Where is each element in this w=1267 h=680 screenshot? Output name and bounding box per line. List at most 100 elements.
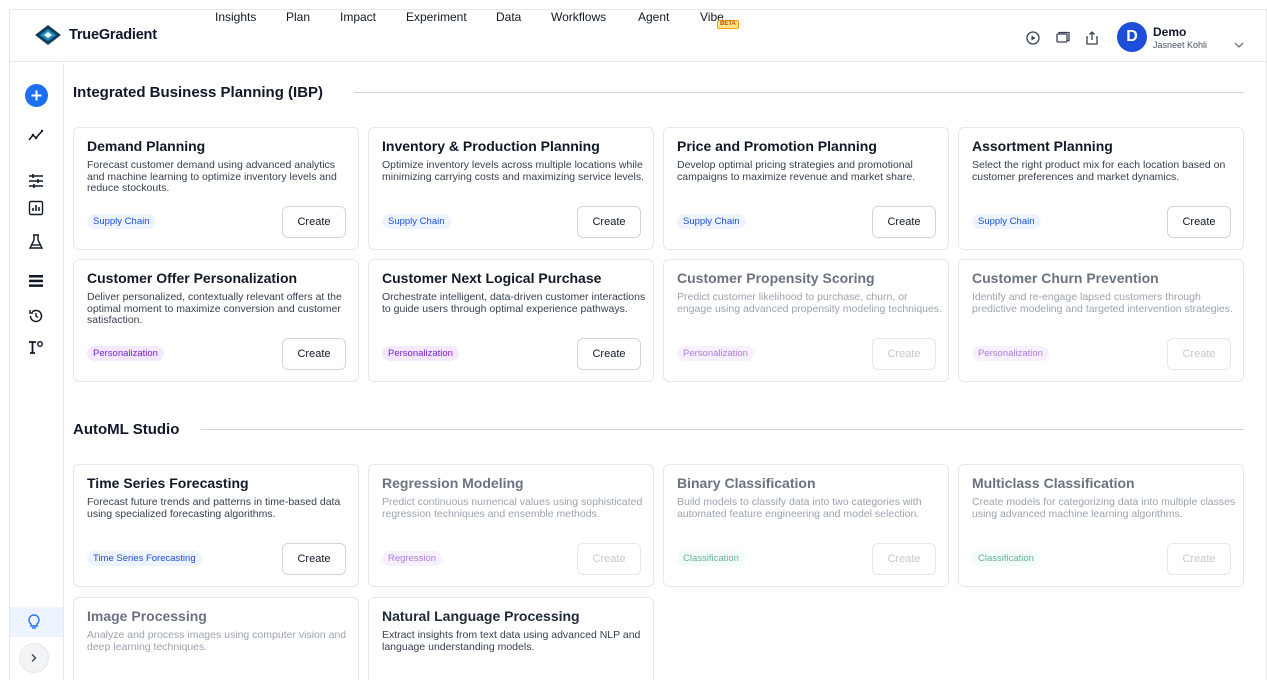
card-title: Customer Next Logical Purchase (382, 270, 602, 286)
category-tag: Supply Chain (972, 214, 1041, 229)
card-description: Predict continuous numerical values usin… (382, 496, 643, 520)
card-time-series-forecasting[interactable]: Time Series Forecasting Forecast future … (73, 464, 359, 587)
create-button[interactable]: Create (282, 338, 346, 370)
settings-user-icon[interactable] (27, 338, 45, 356)
category-tag: Supply Chain (677, 214, 746, 229)
card-customer-churn-prevention: Customer Churn Prevention Identify and r… (958, 259, 1244, 382)
card-title: Price and Promotion Planning (677, 138, 877, 154)
card-description: Identify and re-engage lapsed customers … (972, 291, 1233, 315)
card-title: Multiclass Classification (972, 475, 1135, 491)
list-icon[interactable] (27, 272, 45, 290)
nav-agent[interactable]: Agent (638, 10, 669, 24)
card-title: Time Series Forecasting (87, 475, 249, 491)
card-description: Optimize inventory levels across multipl… (382, 159, 644, 183)
card-customer-next-logical-purchase[interactable]: Customer Next Logical Purchase Orchestra… (368, 259, 654, 382)
card-multiclass-classification: Multiclass Classification Create models … (958, 464, 1244, 587)
create-button[interactable]: Create (577, 206, 641, 238)
card-title: Image Processing (87, 608, 207, 624)
card-customer-offer-personalization[interactable]: Customer Offer Personalization Deliver p… (73, 259, 359, 382)
category-tag: Classification (677, 551, 745, 566)
card-title: Regression Modeling (382, 475, 524, 491)
category-tag: Personalization (677, 346, 754, 361)
create-button[interactable]: Create (577, 338, 641, 370)
create-button[interactable]: Create (282, 206, 346, 238)
card-description: Orchestrate intelligent, data-driven cus… (382, 291, 646, 315)
user-name: Demo (1153, 25, 1187, 39)
add-button[interactable] (25, 84, 48, 107)
lightbulb-icon (28, 614, 40, 629)
card-title: Binary Classification (677, 475, 816, 491)
nav-impact[interactable]: Impact (340, 10, 376, 24)
sidebar (10, 63, 64, 680)
card-title: Customer Offer Personalization (87, 270, 298, 286)
chart-icon[interactable] (27, 199, 45, 217)
card-price-promotion-planning[interactable]: Price and Promotion Planning Develop opt… (663, 127, 949, 250)
user-subtitle: Jasneet Kohli (1153, 40, 1208, 50)
user-avatar[interactable]: D (1117, 22, 1147, 52)
folders-icon[interactable] (1056, 31, 1070, 45)
create-button[interactable]: Create (872, 206, 936, 238)
expand-sidebar-button[interactable] (19, 643, 49, 673)
chevron-right-icon (31, 654, 37, 662)
card-description: Analyze and process images using compute… (87, 629, 347, 653)
card-title: Customer Propensity Scoring (677, 270, 875, 286)
beta-badge: BETA (717, 20, 739, 29)
card-binary-classification: Binary Classification Build models to cl… (663, 464, 949, 587)
card-description: Create models for categorizing data into… (972, 496, 1236, 520)
brand-logo[interactable]: TrueGradient (35, 25, 157, 45)
nav-plan[interactable]: Plan (286, 10, 310, 24)
category-tag: Time Series Forecasting (87, 551, 202, 566)
create-button-disabled: Create (1167, 543, 1231, 575)
card-description: Build models to classify data into two c… (677, 496, 922, 520)
card-description: Predict customer likelihood to purchase,… (677, 291, 943, 315)
category-tag: Regression (382, 551, 443, 566)
chevron-down-icon[interactable] (1233, 36, 1245, 54)
logo-icon (35, 25, 61, 45)
create-button-disabled: Create (1167, 338, 1231, 370)
create-button-disabled: Create (577, 543, 641, 575)
card-description: Develop optimal pricing strategies and p… (677, 159, 916, 183)
card-title: Demand Planning (87, 138, 206, 154)
history-icon[interactable] (27, 307, 45, 325)
card-description: Forecast future trends and patterns in t… (87, 496, 341, 520)
card-inventory-production-planning[interactable]: Inventory & Production Planning Optimize… (368, 127, 654, 250)
category-tag: Personalization (87, 346, 164, 361)
nav-experiment[interactable]: Experiment (406, 10, 467, 24)
card-assortment-planning[interactable]: Assortment Planning Select the right pro… (958, 127, 1244, 250)
section-title-ibp: Integrated Business Planning (IBP) (73, 84, 324, 101)
nav-workflows[interactable]: Workflows (551, 10, 606, 24)
category-tag: Personalization (382, 346, 459, 361)
card-regression-modeling: Regression Modeling Predict continuous n… (368, 464, 654, 587)
card-title: Natural Language Processing (382, 608, 580, 624)
section-title-automl: AutoML Studio (73, 421, 180, 438)
create-button[interactable]: Create (282, 543, 346, 575)
card-demand-planning[interactable]: Demand Planning Forecast customer demand… (73, 127, 359, 250)
card-description: Deliver personalized, contextually relev… (87, 291, 342, 326)
share-icon[interactable] (1085, 31, 1099, 45)
card-image-processing: Image Processing Analyze and process ima… (73, 597, 359, 680)
top-navigation-bar: TrueGradient Insights Plan Impact Experi… (10, 10, 1266, 62)
nav-insights[interactable]: Insights (215, 10, 256, 24)
sliders-icon[interactable] (27, 172, 45, 190)
section-divider (354, 92, 1244, 93)
create-button[interactable]: Create (1167, 206, 1231, 238)
card-title: Inventory & Production Planning (382, 138, 600, 154)
nav-data[interactable]: Data (496, 10, 521, 24)
brand-name: TrueGradient (69, 27, 157, 43)
tips-panel[interactable] (10, 607, 63, 637)
create-button-disabled: Create (872, 338, 936, 370)
card-title: Assortment Planning (972, 138, 1113, 154)
card-title: Customer Churn Prevention (972, 270, 1159, 286)
play-icon[interactable] (1026, 31, 1040, 45)
card-description: Forecast customer demand using advanced … (87, 159, 337, 194)
category-tag: Classification (972, 551, 1040, 566)
category-tag: Supply Chain (87, 214, 156, 229)
section-divider (201, 429, 1244, 430)
trend-icon[interactable] (27, 127, 45, 145)
category-tag: Supply Chain (382, 214, 451, 229)
flask-icon[interactable] (27, 233, 45, 251)
create-button-disabled: Create (872, 543, 936, 575)
plus-icon (31, 90, 42, 101)
card-natural-language-processing: Natural Language Processing Extract insi… (368, 597, 654, 680)
card-description: Select the right product mix for each lo… (972, 159, 1226, 183)
